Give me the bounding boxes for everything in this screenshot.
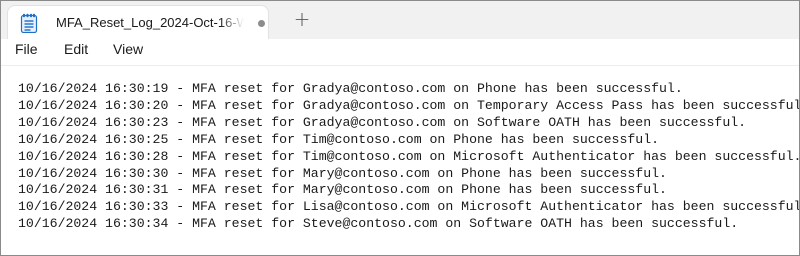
log-line: 10/16/2024 16:30:25 - MFA reset for Tim@… (18, 131, 660, 147)
menu-view[interactable]: View (113, 41, 143, 57)
tab-title-fade (220, 10, 248, 34)
log-line: 10/16/2024 16:30:30 - MFA reset for Mary… (18, 165, 667, 181)
editor-content: 10/16/2024 16:30:19 - MFA reset for Grad… (18, 81, 800, 233)
new-tab-button[interactable]: + (291, 7, 313, 31)
log-line: 10/16/2024 16:30:23 - MFA reset for Grad… (18, 114, 747, 130)
notepad-window: MFA_Reset_Log_2024-Oct-16-Wed + File Edi… (0, 0, 800, 256)
text-editor[interactable]: 10/16/2024 16:30:19 - MFA reset for Grad… (1, 65, 799, 255)
menu-file[interactable]: File (15, 41, 38, 57)
unsaved-dot-icon[interactable] (258, 20, 265, 27)
log-line: 10/16/2024 16:30:31 - MFA reset for Mary… (18, 182, 667, 198)
menu-edit[interactable]: Edit (64, 41, 88, 57)
log-line: 10/16/2024 16:30:20 - MFA reset for Grad… (18, 97, 800, 113)
log-line: 10/16/2024 16:30:34 - MFA reset for Stev… (18, 216, 739, 232)
tab-strip: MFA_Reset_Log_2024-Oct-16-Wed + (1, 1, 799, 39)
log-line: 10/16/2024 16:30:33 - MFA reset for Lisa… (18, 199, 800, 215)
menu-bar: File Edit View (1, 39, 799, 63)
document-tab[interactable]: MFA_Reset_Log_2024-Oct-16-Wed (7, 5, 269, 39)
log-line: 10/16/2024 16:30:19 - MFA reset for Grad… (18, 81, 683, 96)
tab-title: MFA_Reset_Log_2024-Oct-16-Wed (56, 15, 244, 30)
notepad-icon (20, 13, 38, 34)
log-line: 10/16/2024 16:30:28 - MFA reset for Tim@… (18, 148, 800, 164)
